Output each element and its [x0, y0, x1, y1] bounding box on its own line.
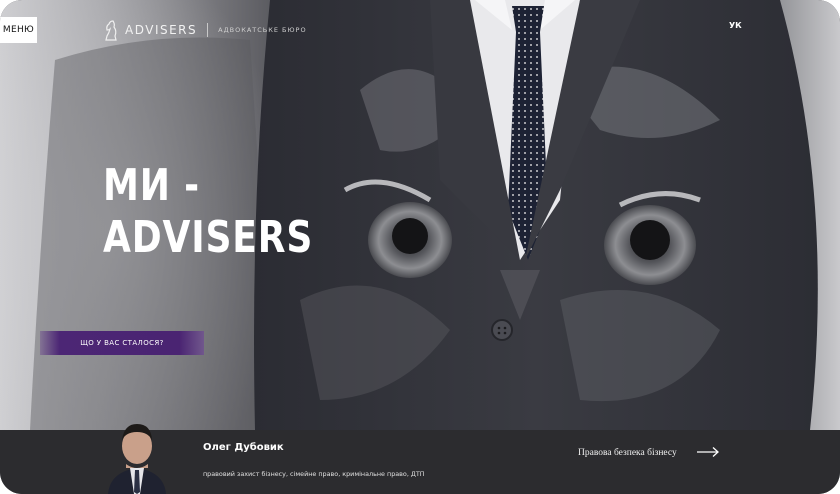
logo-text: ADVISERS: [125, 23, 198, 37]
hero-title: МИ - ADVISERS: [103, 160, 313, 264]
menu-button[interactable]: МЕНЮ: [0, 17, 37, 43]
cta-button[interactable]: Що у вас сталося?: [40, 331, 204, 355]
page: МЕНЮ ADVISERS Адвокатське бюро УК МИ - A…: [0, 0, 840, 494]
knight-logo-icon: [105, 20, 117, 41]
logo-divider: [207, 23, 209, 37]
language-switch[interactable]: УК: [729, 21, 742, 30]
avatar: [104, 406, 170, 494]
lawyer-name[interactable]: Олег Дубовик: [203, 442, 284, 453]
hero-title-line-2: ADVISERS: [103, 212, 314, 263]
arrow-right-icon[interactable]: [696, 446, 720, 458]
lawyer-specialization: правовий захист бізнесу, сімейне право, …: [203, 470, 425, 478]
lawyer-photo: [108, 424, 166, 494]
service-link[interactable]: Правова безпека бізнесу: [578, 446, 678, 460]
logo-subtitle: Адвокатське бюро: [218, 26, 307, 34]
hero-title-line-1: МИ -: [103, 160, 200, 211]
logo[interactable]: ADVISERS Адвокатське бюро: [103, 19, 307, 41]
